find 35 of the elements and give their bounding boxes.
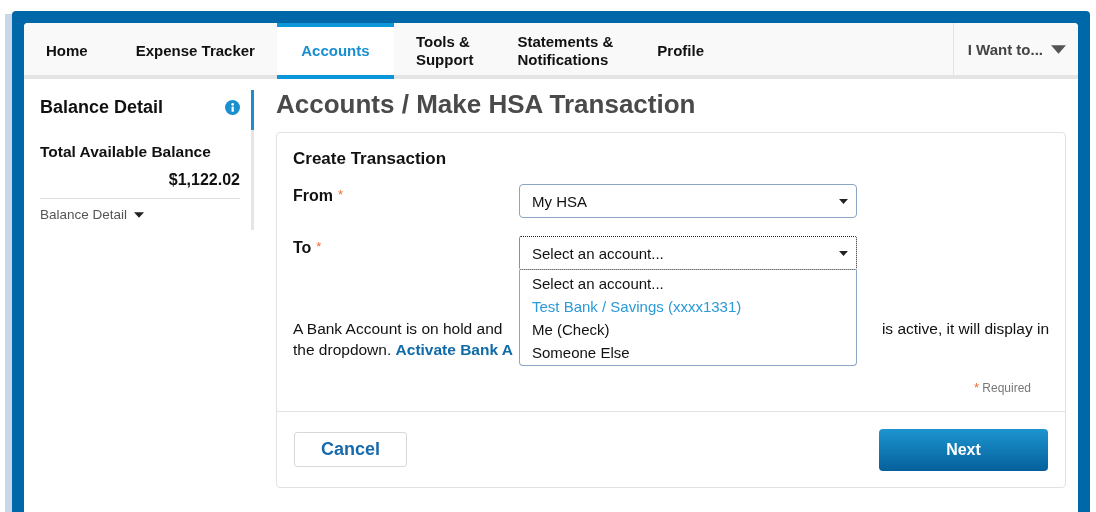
notice-text: is active, it will display in bbox=[881, 319, 1049, 339]
nav-tab[interactable]: Home bbox=[24, 23, 114, 79]
required-mark: * bbox=[316, 239, 322, 256]
balance-detail-toggle[interactable]: Balance Detail bbox=[40, 207, 145, 222]
sidebar-title: Balance Detail bbox=[40, 97, 164, 118]
caret-icon bbox=[134, 211, 145, 218]
dropdown-option[interactable]: Select an account... bbox=[520, 272, 856, 295]
cancel-button[interactable]: Cancel bbox=[294, 432, 407, 467]
dropdown-option[interactable]: Someone Else bbox=[520, 341, 856, 364]
nav-tab[interactable]: Statements & Notifications bbox=[495, 23, 636, 79]
caret-icon bbox=[1051, 44, 1066, 54]
i-want-to-menu[interactable]: I Want to... bbox=[952, 23, 1078, 75]
field-label: To bbox=[293, 239, 312, 258]
dropdown-option[interactable]: Me (Check) bbox=[520, 318, 856, 341]
nav-tab[interactable]: Tools & Support bbox=[393, 23, 496, 79]
required-mark: * bbox=[338, 187, 344, 204]
required-note: Required bbox=[982, 381, 1031, 395]
total-balance-amount: $1,122.02 bbox=[40, 171, 240, 199]
notice-text: A Bank Account is on hold and bbox=[293, 319, 503, 339]
caret-icon bbox=[839, 250, 848, 256]
card-title: Create Transaction bbox=[293, 149, 448, 169]
total-balance-label: Total Available Balance bbox=[40, 143, 212, 161]
next-button[interactable]: Next bbox=[879, 428, 1048, 471]
info-icon[interactable] bbox=[225, 100, 240, 115]
account-select[interactable]: My HSA bbox=[519, 184, 857, 218]
notice-text: the dropdown. bbox=[293, 341, 392, 358]
nav-tab[interactable]: Accounts bbox=[276, 23, 394, 79]
activate-bank-link[interactable]: Activate Bank A bbox=[395, 341, 513, 358]
caret-icon bbox=[839, 198, 848, 204]
page-title: Accounts / Make HSA Transaction bbox=[276, 89, 697, 120]
field-label: From bbox=[293, 187, 333, 206]
account-select[interactable]: Select an account... bbox=[519, 236, 857, 270]
required-mark: * bbox=[973, 380, 979, 395]
nav-tab[interactable]: Profile bbox=[635, 23, 726, 79]
nav-tab[interactable]: Expense Tracker bbox=[113, 23, 277, 79]
